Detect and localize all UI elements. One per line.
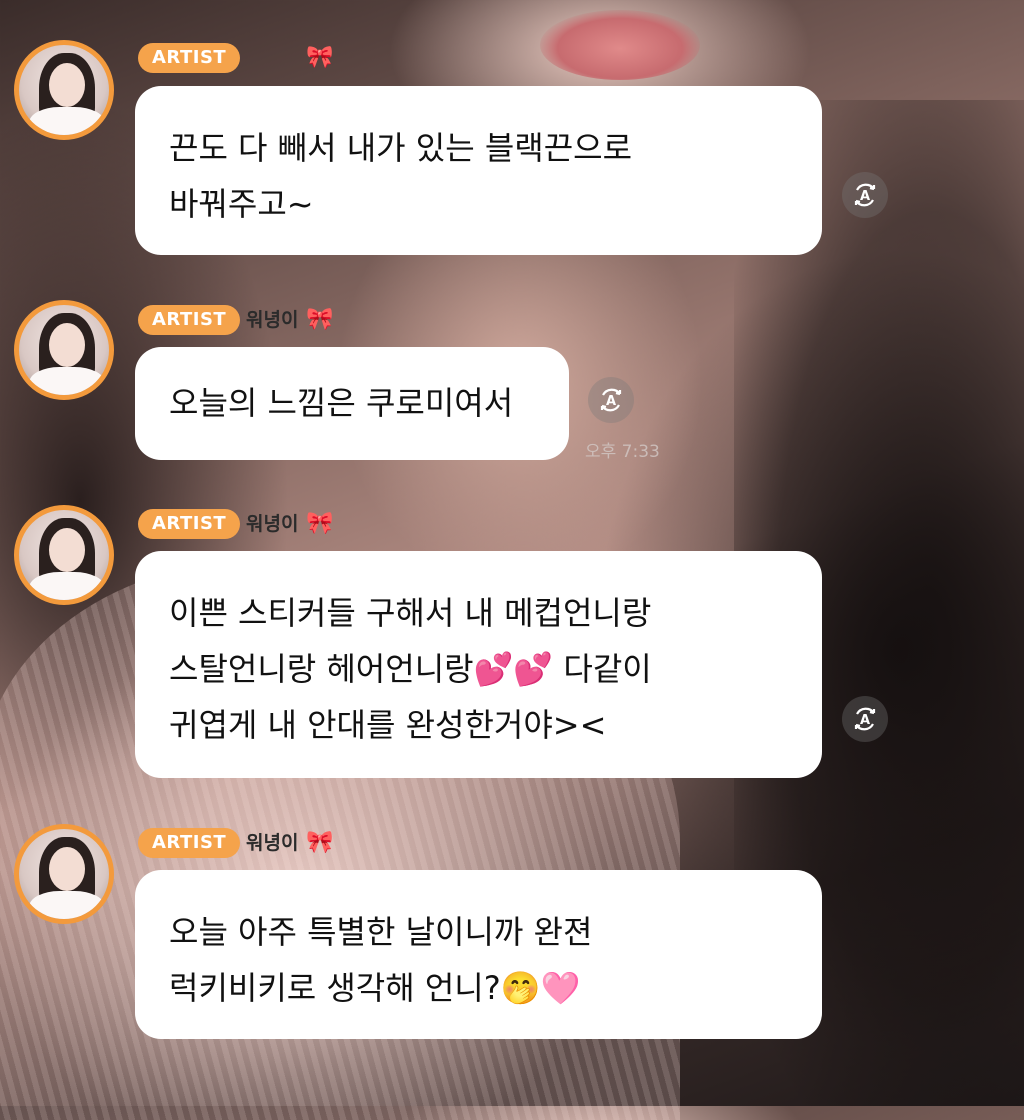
message-line: 럭키비키로 생각해 언니?🤭🩷 xyxy=(169,969,581,1007)
message-line: 오늘의 느낌은 쿠로미여서 xyxy=(169,384,514,422)
message-bubble[interactable]: 이쁜 스티커들 구해서 내 메컵언니랑 스탈언니랑 헤어언니랑💕💕 다같이 귀엽… xyxy=(135,551,822,778)
message-line: 이쁜 스티커들 구해서 내 메컵언니랑 xyxy=(169,594,652,632)
artist-badge: ARTIST xyxy=(138,509,241,539)
message-line: 끈도 다 빼서 내가 있는 블랙끈으로 xyxy=(169,129,633,167)
translate-button[interactable]: A xyxy=(842,172,888,218)
translate-icon: A xyxy=(849,703,881,735)
translate-icon: A xyxy=(595,384,627,416)
message-timestamp: 오후 7:33 xyxy=(585,442,660,462)
message-line: 스탈언니랑 헤어언니랑💕💕 다같이 xyxy=(169,650,652,688)
message-bubble[interactable]: 끈도 다 빼서 내가 있는 블랙끈으로 바꿔주고~ xyxy=(135,86,822,255)
sender-name: 워녕이 xyxy=(246,832,299,854)
profile-avatar[interactable] xyxy=(14,505,114,605)
translate-button[interactable]: A xyxy=(588,377,634,423)
message-bubble[interactable]: 오늘의 느낌은 쿠로미여서 xyxy=(135,347,569,460)
svg-text:A: A xyxy=(606,394,616,409)
profile-avatar[interactable] xyxy=(14,824,114,924)
ribbon-bow-icon: 🎀 xyxy=(306,511,334,536)
message-line: 귀엽게 내 안대를 완성한거야>< xyxy=(169,706,607,744)
artist-badge: ARTIST xyxy=(138,305,241,335)
profile-avatar[interactable] xyxy=(14,300,114,400)
translate-button[interactable]: A xyxy=(842,696,888,742)
sender-name: 워녕이 xyxy=(246,309,299,331)
translate-icon: A xyxy=(849,179,881,211)
message-line: 오늘 아주 특별한 날이니까 완젼 xyxy=(169,913,593,951)
artist-badge: ARTIST xyxy=(138,828,241,858)
ribbon-bow-icon: 🎀 xyxy=(306,45,334,70)
sender-name: 워녕이 xyxy=(246,513,299,535)
background-photo-lips xyxy=(540,10,700,80)
message-line: 바꿔주고~ xyxy=(169,185,314,223)
svg-text:A: A xyxy=(860,189,870,204)
message-bubble[interactable]: 오늘 아주 특별한 날이니까 완젼 럭키비키로 생각해 언니?🤭🩷 xyxy=(135,870,822,1039)
artist-badge: ARTIST xyxy=(138,43,241,73)
ribbon-bow-icon: 🎀 xyxy=(306,830,334,855)
ribbon-bow-icon: 🎀 xyxy=(306,307,334,332)
profile-avatar[interactable] xyxy=(14,40,114,140)
svg-text:A: A xyxy=(860,713,870,728)
